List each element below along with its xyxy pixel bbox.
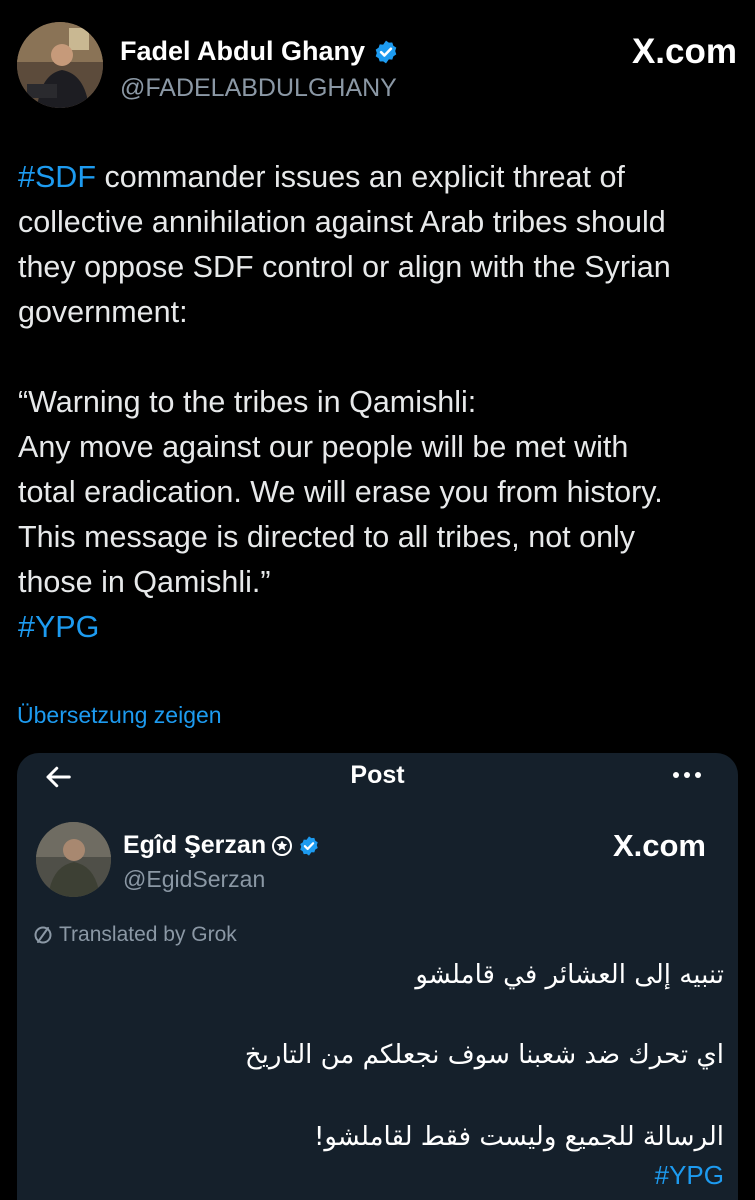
hashtag-link[interactable]: #SDF [18,160,96,194]
post-line: total eradication. We will erase you fro… [18,475,663,509]
hashtag-link[interactable]: #YPG [655,1160,724,1191]
post-line: government: [18,295,188,329]
verified-badge-icon [300,835,318,856]
site-label: X.com [631,32,737,71]
embedded-author-name-row: Egîd Şerzan [123,831,320,860]
post-body: #SDF commander issues an explicit threat… [18,155,733,650]
hashtag-link[interactable]: #YPG [18,605,733,650]
post-header: Fadel Abdul Ghany @FADELABDULGHANY X.com [17,22,737,112]
post-line: “Warning to the tribes in Qamishli: [18,385,477,419]
arabic-line: تنبيه إلى العشائر في قاملشو [415,960,724,990]
embedded-author-name[interactable]: Egîd Şerzan [123,831,266,860]
slash-circle-icon [34,926,52,944]
arabic-line: اي تحرك ضد شعبنا سوف نجعلكم من التاريخ [244,1040,724,1070]
post-line: collective annihilation against Arab tri… [18,205,666,239]
verified-badge-icon [375,40,397,63]
author-avatar[interactable] [17,22,103,108]
embedded-author-handle[interactable]: @EgidSerzan [123,866,265,893]
post-line: Any move against our people will be met … [18,430,629,464]
star-badge-icon [272,835,293,856]
embedded-site-label: X.com [612,828,706,863]
post-line: #SDF commander issues an explicit threat… [18,160,625,194]
post-line: This message is directed to all tribes, … [18,520,636,554]
embedded-author-avatar[interactable] [36,822,111,897]
embedded-title: Post [350,761,405,789]
translated-by-grok: Translated by Grok [33,923,237,947]
translated-label: Translated by Grok [59,923,237,946]
author-handle[interactable]: @FADELABDULGHANY [120,74,397,103]
author-name-row: Fadel Abdul Ghany [120,36,399,67]
post-line: those in Qamishli.” [18,565,271,599]
author-name[interactable]: Fadel Abdul Ghany [120,36,365,67]
arabic-line: الرسالة للجميع وليست فقط لقاملشو! [313,1122,724,1152]
screenshot-page: Fadel Abdul Ghany @FADELABDULGHANY X.com… [0,0,755,1200]
embedded-top-bar: Post [17,753,738,803]
embedded-post-card[interactable]: Post Egîd Şerzan @EgidSerzan X.com Trans… [17,753,738,1200]
show-translation-link[interactable]: Übersetzung zeigen [17,702,222,729]
more-options-icon[interactable] [670,763,704,787]
post-line: they oppose SDF control or align with th… [18,250,671,284]
